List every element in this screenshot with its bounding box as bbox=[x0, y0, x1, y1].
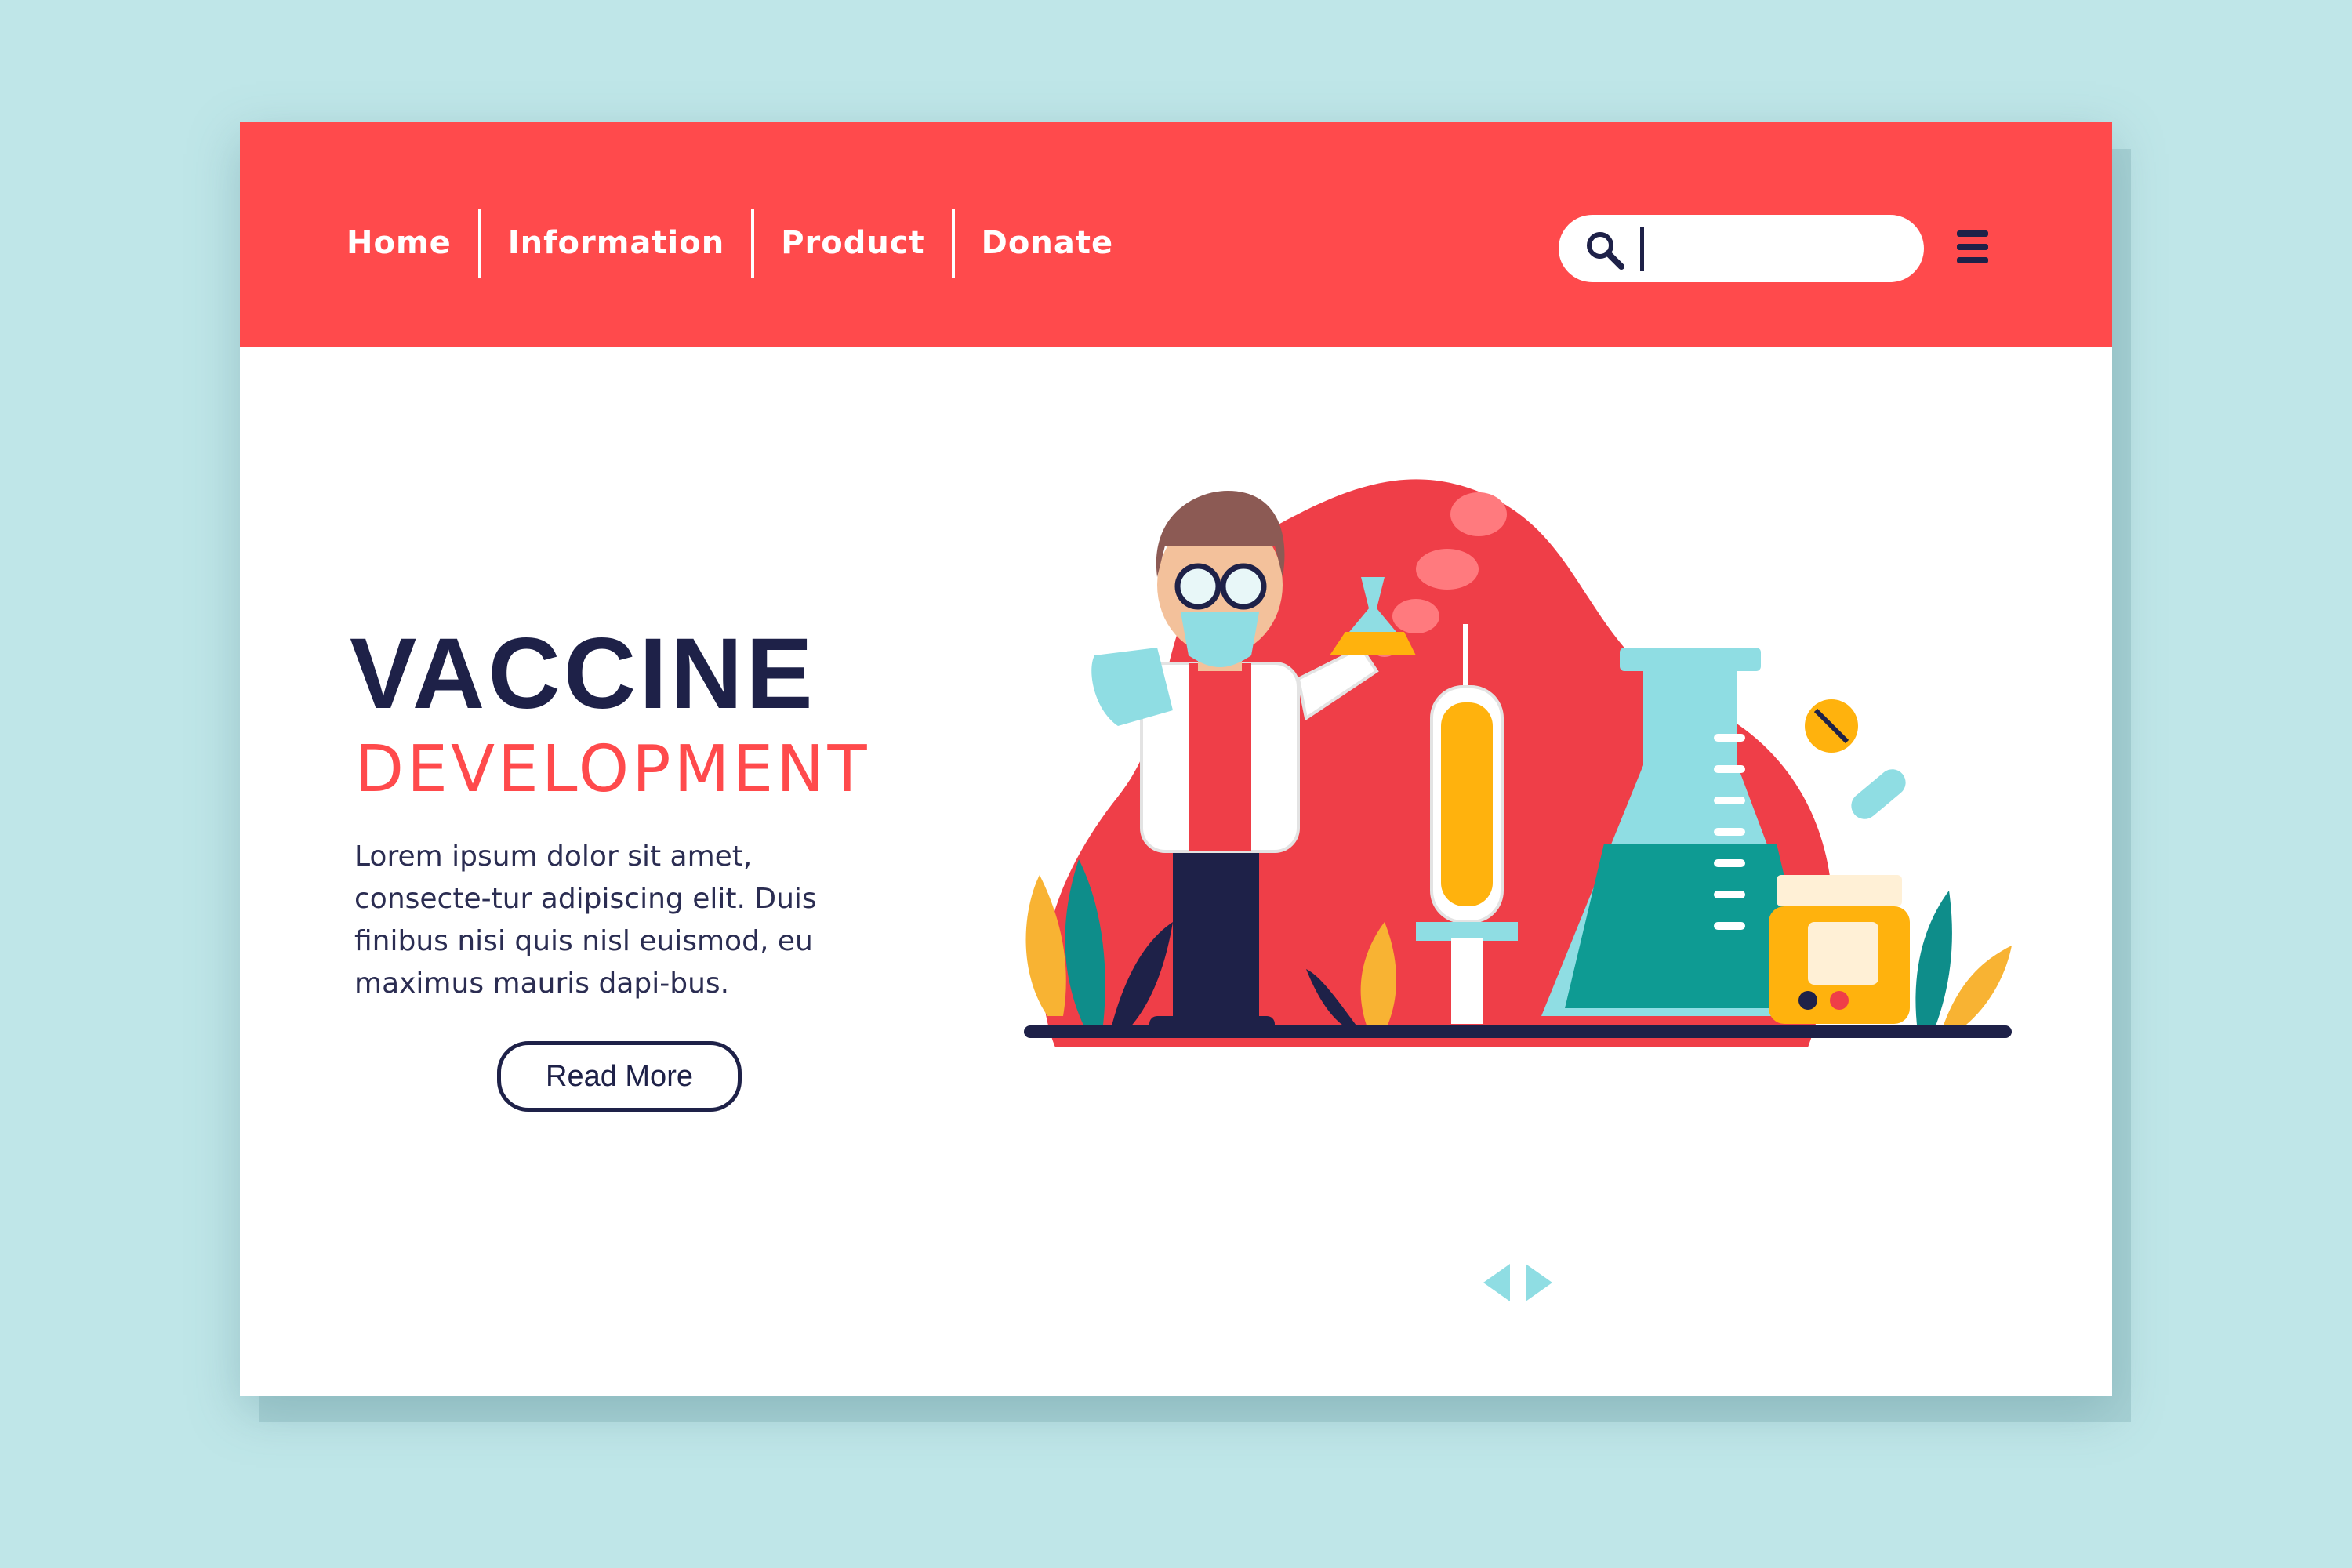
hamburger-menu-icon[interactable] bbox=[1957, 230, 1988, 267]
header-bar: Home Information Product Donate bbox=[240, 122, 2112, 347]
read-more-button[interactable]: Read More bbox=[497, 1041, 742, 1112]
carousel-arrows bbox=[1483, 1264, 1552, 1301]
nav-donate[interactable]: Donate bbox=[951, 209, 1140, 278]
arrow-left-icon[interactable] bbox=[1483, 1264, 1510, 1301]
nav-information[interactable]: Information bbox=[477, 209, 751, 278]
arrow-right-icon[interactable] bbox=[1526, 1264, 1552, 1301]
nav-home[interactable]: Home bbox=[347, 209, 478, 278]
landing-page: Home Information Product Donate VACCINE … bbox=[240, 122, 2112, 1396]
hero-subtitle: DEVELOPMENT bbox=[354, 732, 870, 807]
search-input[interactable] bbox=[1640, 227, 1906, 271]
hero-description: Lorem ipsum dolor sit amet, consecte-tur… bbox=[354, 840, 817, 1000]
scientist-illustration bbox=[1024, 479, 2012, 1047]
main-nav: Home Information Product Donate bbox=[347, 209, 1140, 278]
search-icon[interactable] bbox=[1584, 229, 1628, 273]
search-box[interactable] bbox=[1559, 215, 1924, 282]
nav-product[interactable]: Product bbox=[751, 209, 951, 278]
hero-title: VACCINE bbox=[350, 618, 816, 730]
